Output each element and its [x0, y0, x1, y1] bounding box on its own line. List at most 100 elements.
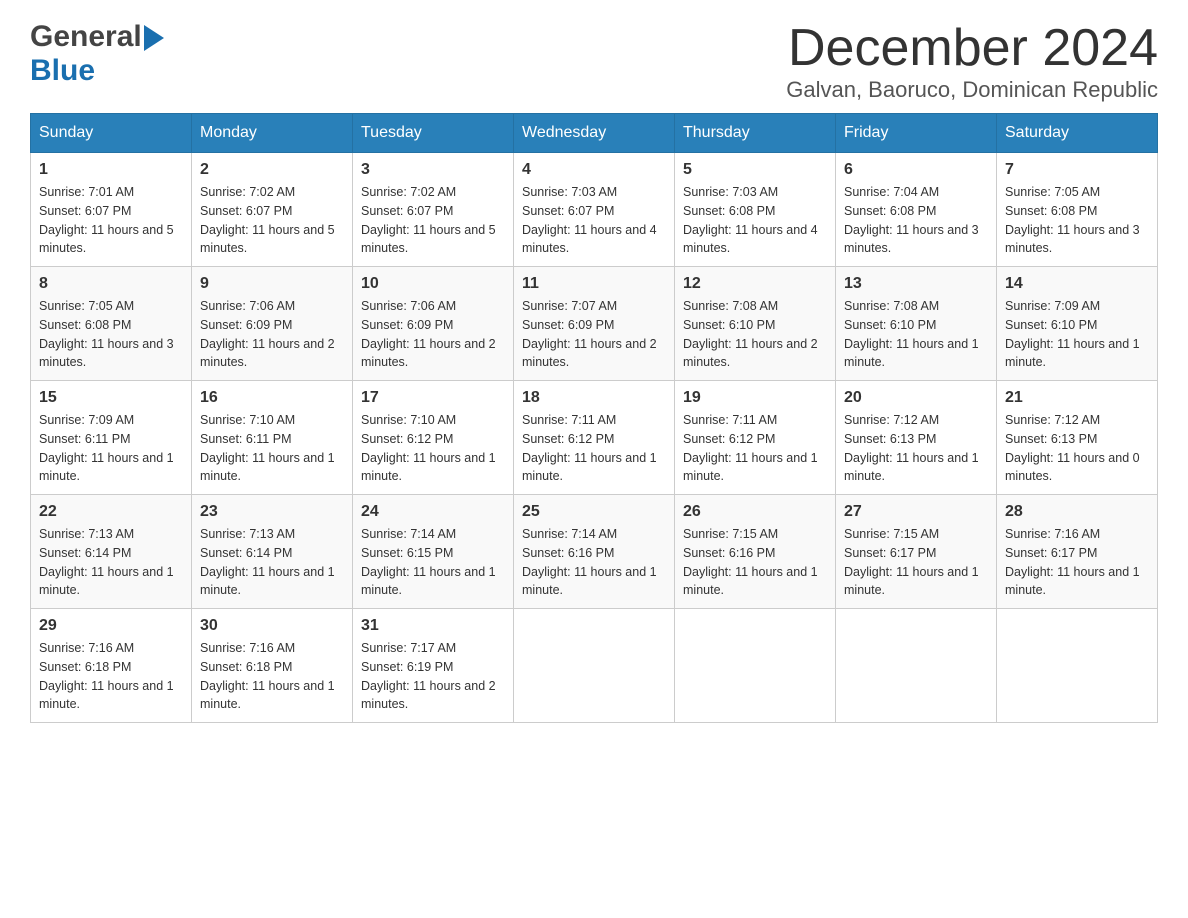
day-number: 15	[39, 389, 183, 407]
header-tuesday: Tuesday	[353, 114, 514, 153]
table-row: 2 Sunrise: 7:02 AM Sunset: 6:07 PM Dayli…	[192, 153, 353, 267]
table-row: 12 Sunrise: 7:08 AM Sunset: 6:10 PM Dayl…	[675, 267, 836, 381]
day-number: 6	[844, 161, 988, 179]
day-info: Sunrise: 7:05 AM Sunset: 6:08 PM Dayligh…	[1005, 183, 1149, 258]
calendar-week-1: 1 Sunrise: 7:01 AM Sunset: 6:07 PM Dayli…	[31, 153, 1158, 267]
table-row: 15 Sunrise: 7:09 AM Sunset: 6:11 PM Dayl…	[31, 381, 192, 495]
day-number: 20	[844, 389, 988, 407]
day-info: Sunrise: 7:07 AM Sunset: 6:09 PM Dayligh…	[522, 297, 666, 372]
day-number: 7	[1005, 161, 1149, 179]
day-number: 27	[844, 503, 988, 521]
logo-general-text: General	[30, 20, 142, 54]
day-info: Sunrise: 7:02 AM Sunset: 6:07 PM Dayligh…	[361, 183, 505, 258]
day-number: 3	[361, 161, 505, 179]
day-info: Sunrise: 7:05 AM Sunset: 6:08 PM Dayligh…	[39, 297, 183, 372]
day-info: Sunrise: 7:09 AM Sunset: 6:11 PM Dayligh…	[39, 411, 183, 486]
day-info: Sunrise: 7:09 AM Sunset: 6:10 PM Dayligh…	[1005, 297, 1149, 372]
day-number: 8	[39, 275, 183, 293]
table-row: 1 Sunrise: 7:01 AM Sunset: 6:07 PM Dayli…	[31, 153, 192, 267]
calendar-week-2: 8 Sunrise: 7:05 AM Sunset: 6:08 PM Dayli…	[31, 267, 1158, 381]
table-row: 30 Sunrise: 7:16 AM Sunset: 6:18 PM Dayl…	[192, 609, 353, 723]
day-info: Sunrise: 7:11 AM Sunset: 6:12 PM Dayligh…	[683, 411, 827, 486]
title-block: December 2024 Galvan, Baoruco, Dominican…	[786, 20, 1158, 103]
day-info: Sunrise: 7:15 AM Sunset: 6:16 PM Dayligh…	[683, 525, 827, 600]
calendar-week-3: 15 Sunrise: 7:09 AM Sunset: 6:11 PM Dayl…	[31, 381, 1158, 495]
day-info: Sunrise: 7:16 AM Sunset: 6:18 PM Dayligh…	[200, 639, 344, 714]
table-row: 23 Sunrise: 7:13 AM Sunset: 6:14 PM Dayl…	[192, 495, 353, 609]
header-wednesday: Wednesday	[514, 114, 675, 153]
day-info: Sunrise: 7:16 AM Sunset: 6:18 PM Dayligh…	[39, 639, 183, 714]
logo-blue-text: Blue	[30, 54, 95, 88]
table-row: 25 Sunrise: 7:14 AM Sunset: 6:16 PM Dayl…	[514, 495, 675, 609]
day-number: 9	[200, 275, 344, 293]
day-number: 19	[683, 389, 827, 407]
day-number: 26	[683, 503, 827, 521]
header-monday: Monday	[192, 114, 353, 153]
day-number: 12	[683, 275, 827, 293]
table-row: 6 Sunrise: 7:04 AM Sunset: 6:08 PM Dayli…	[836, 153, 997, 267]
table-row: 13 Sunrise: 7:08 AM Sunset: 6:10 PM Dayl…	[836, 267, 997, 381]
day-number: 17	[361, 389, 505, 407]
table-row: 18 Sunrise: 7:11 AM Sunset: 6:12 PM Dayl…	[514, 381, 675, 495]
day-info: Sunrise: 7:17 AM Sunset: 6:19 PM Dayligh…	[361, 639, 505, 714]
day-number: 28	[1005, 503, 1149, 521]
header-sunday: Sunday	[31, 114, 192, 153]
day-number: 29	[39, 617, 183, 635]
header-friday: Friday	[836, 114, 997, 153]
table-row: 19 Sunrise: 7:11 AM Sunset: 6:12 PM Dayl…	[675, 381, 836, 495]
day-info: Sunrise: 7:15 AM Sunset: 6:17 PM Dayligh…	[844, 525, 988, 600]
page-header: General Blue December 2024 Galvan, Baoru…	[30, 20, 1158, 103]
table-row: 8 Sunrise: 7:05 AM Sunset: 6:08 PM Dayli…	[31, 267, 192, 381]
calendar-week-5: 29 Sunrise: 7:16 AM Sunset: 6:18 PM Dayl…	[31, 609, 1158, 723]
day-number: 30	[200, 617, 344, 635]
day-info: Sunrise: 7:03 AM Sunset: 6:08 PM Dayligh…	[683, 183, 827, 258]
day-info: Sunrise: 7:14 AM Sunset: 6:15 PM Dayligh…	[361, 525, 505, 600]
day-info: Sunrise: 7:06 AM Sunset: 6:09 PM Dayligh…	[200, 297, 344, 372]
table-row: 29 Sunrise: 7:16 AM Sunset: 6:18 PM Dayl…	[31, 609, 192, 723]
table-row: 17 Sunrise: 7:10 AM Sunset: 6:12 PM Dayl…	[353, 381, 514, 495]
day-info: Sunrise: 7:16 AM Sunset: 6:17 PM Dayligh…	[1005, 525, 1149, 600]
day-info: Sunrise: 7:08 AM Sunset: 6:10 PM Dayligh…	[683, 297, 827, 372]
day-number: 18	[522, 389, 666, 407]
day-info: Sunrise: 7:14 AM Sunset: 6:16 PM Dayligh…	[522, 525, 666, 600]
day-number: 13	[844, 275, 988, 293]
table-row	[514, 609, 675, 723]
table-row: 4 Sunrise: 7:03 AM Sunset: 6:07 PM Dayli…	[514, 153, 675, 267]
day-number: 14	[1005, 275, 1149, 293]
day-number: 11	[522, 275, 666, 293]
day-info: Sunrise: 7:10 AM Sunset: 6:11 PM Dayligh…	[200, 411, 344, 486]
day-info: Sunrise: 7:02 AM Sunset: 6:07 PM Dayligh…	[200, 183, 344, 258]
day-info: Sunrise: 7:12 AM Sunset: 6:13 PM Dayligh…	[1005, 411, 1149, 486]
table-row: 14 Sunrise: 7:09 AM Sunset: 6:10 PM Dayl…	[997, 267, 1158, 381]
day-number: 24	[361, 503, 505, 521]
calendar-title: December 2024	[786, 20, 1158, 77]
day-info: Sunrise: 7:04 AM Sunset: 6:08 PM Dayligh…	[844, 183, 988, 258]
calendar-week-4: 22 Sunrise: 7:13 AM Sunset: 6:14 PM Dayl…	[31, 495, 1158, 609]
table-row: 10 Sunrise: 7:06 AM Sunset: 6:09 PM Dayl…	[353, 267, 514, 381]
logo-arrow-icon	[144, 25, 164, 51]
header-saturday: Saturday	[997, 114, 1158, 153]
day-info: Sunrise: 7:11 AM Sunset: 6:12 PM Dayligh…	[522, 411, 666, 486]
table-row	[836, 609, 997, 723]
day-number: 25	[522, 503, 666, 521]
logo: General Blue	[30, 20, 164, 88]
table-row: 11 Sunrise: 7:07 AM Sunset: 6:09 PM Dayl…	[514, 267, 675, 381]
day-info: Sunrise: 7:13 AM Sunset: 6:14 PM Dayligh…	[200, 525, 344, 600]
day-number: 23	[200, 503, 344, 521]
table-row: 31 Sunrise: 7:17 AM Sunset: 6:19 PM Dayl…	[353, 609, 514, 723]
day-info: Sunrise: 7:03 AM Sunset: 6:07 PM Dayligh…	[522, 183, 666, 258]
table-row: 3 Sunrise: 7:02 AM Sunset: 6:07 PM Dayli…	[353, 153, 514, 267]
calendar-subtitle: Galvan, Baoruco, Dominican Republic	[786, 77, 1158, 103]
day-number: 1	[39, 161, 183, 179]
header-thursday: Thursday	[675, 114, 836, 153]
day-number: 4	[522, 161, 666, 179]
table-row: 9 Sunrise: 7:06 AM Sunset: 6:09 PM Dayli…	[192, 267, 353, 381]
table-row: 24 Sunrise: 7:14 AM Sunset: 6:15 PM Dayl…	[353, 495, 514, 609]
table-row: 7 Sunrise: 7:05 AM Sunset: 6:08 PM Dayli…	[997, 153, 1158, 267]
table-row: 26 Sunrise: 7:15 AM Sunset: 6:16 PM Dayl…	[675, 495, 836, 609]
day-info: Sunrise: 7:10 AM Sunset: 6:12 PM Dayligh…	[361, 411, 505, 486]
calendar-header-row: Sunday Monday Tuesday Wednesday Thursday…	[31, 114, 1158, 153]
day-info: Sunrise: 7:13 AM Sunset: 6:14 PM Dayligh…	[39, 525, 183, 600]
table-row: 22 Sunrise: 7:13 AM Sunset: 6:14 PM Dayl…	[31, 495, 192, 609]
table-row: 16 Sunrise: 7:10 AM Sunset: 6:11 PM Dayl…	[192, 381, 353, 495]
